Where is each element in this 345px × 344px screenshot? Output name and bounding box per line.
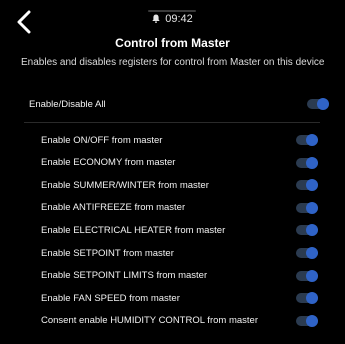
list-item: Enable SETPOINT from master bbox=[41, 243, 174, 263]
list-item: Enable ON/OFF from master bbox=[41, 130, 162, 150]
list-item-toggle[interactable] bbox=[296, 156, 318, 169]
list-item: Enable ECONOMY from master bbox=[41, 153, 175, 173]
list-item-toggle[interactable] bbox=[296, 247, 318, 259]
list-item-toggle[interactable] bbox=[296, 269, 318, 282]
list-item-toggle[interactable] bbox=[296, 134, 318, 146]
list-item-toggle[interactable] bbox=[296, 179, 318, 192]
list-item-toggle[interactable] bbox=[296, 224, 318, 237]
toggle-knob bbox=[306, 269, 318, 282]
list-item-label: Consent enable HUMIDITY CONTROL from mas… bbox=[41, 315, 258, 327]
list-item-label: Enable ECONOMY from master bbox=[41, 157, 176, 169]
clock-time: 09:42 bbox=[165, 13, 193, 25]
master-toggle-label: Enable/Disable All bbox=[29, 98, 106, 110]
toggle-knob bbox=[306, 224, 318, 237]
page-description: Enables and disables registers for contr… bbox=[21, 57, 325, 68]
top-notch bbox=[148, 10, 196, 12]
page-title: Control from Master bbox=[115, 36, 230, 50]
toggle-knob bbox=[306, 292, 318, 305]
status-bar: 09:42 bbox=[0, 13, 345, 26]
list-item-label: Enable SETPOINT LIMITS from master bbox=[41, 270, 208, 282]
bell-icon bbox=[152, 14, 160, 26]
toggle-knob bbox=[306, 201, 318, 214]
screen: 09:42 Control from Master Enables and di… bbox=[0, 0, 345, 344]
toggle-knob bbox=[306, 156, 318, 169]
list-item-label: Enable FAN SPEED from master bbox=[41, 292, 180, 304]
list-item-toggle[interactable] bbox=[296, 314, 318, 327]
master-toggle-row: Enable/Disable All bbox=[29, 94, 106, 114]
list-item: Enable ELECTRICAL HEATER from master bbox=[41, 220, 225, 240]
list-item-label: Enable SETPOINT from master bbox=[41, 247, 174, 259]
list-item-label: Enable ANTIFREEZE from master bbox=[41, 202, 186, 214]
list-item: Consent enable HUMIDITY CONTROL from mas… bbox=[41, 311, 258, 331]
list-item-toggle[interactable] bbox=[296, 292, 318, 305]
list-item: Enable FAN SPEED from master bbox=[41, 288, 180, 308]
master-toggle-switch[interactable] bbox=[307, 98, 329, 110]
list-item: Enable SUMMER/WINTER from master bbox=[41, 175, 209, 195]
toggle-knob bbox=[306, 314, 318, 327]
toggle-knob bbox=[317, 98, 329, 110]
list-item-label: Enable ELECTRICAL HEATER from master bbox=[41, 224, 226, 236]
list-item: Enable SETPOINT LIMITS from master bbox=[41, 266, 207, 286]
list-item: Enable ANTIFREEZE from master bbox=[41, 198, 185, 218]
toggle-knob bbox=[306, 134, 318, 146]
list-item-label: Enable SUMMER/WINTER from master bbox=[41, 179, 209, 191]
toggle-knob bbox=[306, 179, 318, 192]
list-item-label: Enable ON/OFF from master bbox=[41, 134, 163, 146]
list-item-toggle[interactable] bbox=[296, 201, 318, 214]
divider bbox=[24, 122, 320, 123]
toggle-knob bbox=[306, 247, 318, 259]
